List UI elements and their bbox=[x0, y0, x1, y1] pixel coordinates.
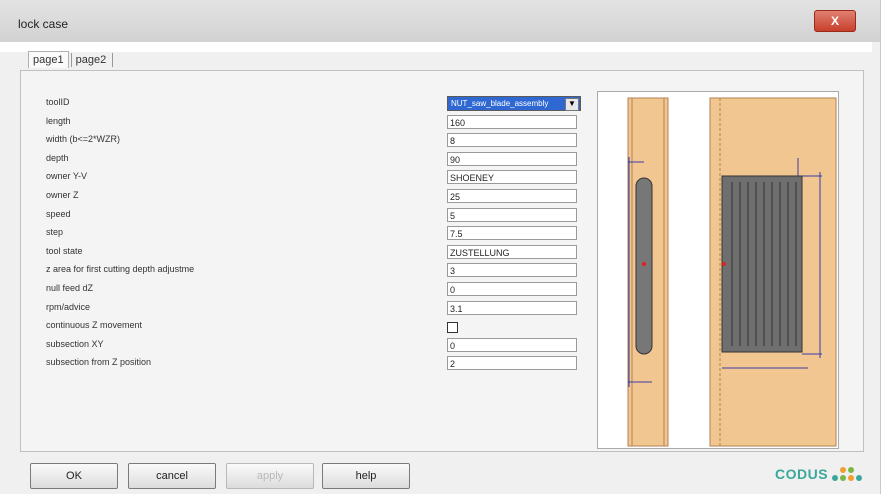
cancel-button[interactable]: cancel bbox=[128, 463, 216, 489]
tab-strip: page1 page2 bbox=[28, 51, 114, 69]
codus-logo: CODUS bbox=[775, 466, 829, 482]
help-button[interactable]: help bbox=[322, 463, 410, 489]
value-field[interactable]: 8 bbox=[447, 133, 577, 147]
value-field[interactable]: 0 bbox=[447, 282, 577, 296]
value-field[interactable]: ZUSTELLUNG bbox=[447, 245, 577, 259]
field-label: step bbox=[46, 227, 64, 237]
preview-drawing bbox=[627, 97, 837, 447]
select-value: NUT_saw_blade_assembly bbox=[451, 99, 549, 108]
value-field[interactable]: 3.1 bbox=[447, 301, 577, 315]
field-label: width (b<=2*WZR) bbox=[46, 134, 121, 144]
value-field[interactable]: 7.5 bbox=[447, 226, 577, 240]
tool-id-select[interactable]: NUT_saw_blade_assembly ▼ bbox=[447, 96, 581, 111]
field-label: length bbox=[46, 116, 71, 126]
field-label: continuous Z movement bbox=[46, 320, 143, 330]
value-field[interactable]: 5 bbox=[447, 208, 577, 222]
ok-button[interactable]: OK bbox=[30, 463, 118, 489]
field-label: depth bbox=[46, 153, 69, 163]
field-label: rpm/advice bbox=[46, 302, 91, 312]
tab-divider bbox=[112, 53, 114, 68]
chevron-down-icon[interactable]: ▼ bbox=[565, 98, 579, 111]
value-field[interactable]: 25 bbox=[447, 189, 577, 203]
dialog-window: lock case X page1 page2 toolID NUT_saw_bla… bbox=[0, 0, 881, 494]
close-button[interactable]: X bbox=[814, 10, 856, 32]
value-field[interactable]: 90 bbox=[447, 152, 577, 166]
field-label: z area for first cutting depth adjustme bbox=[46, 264, 195, 274]
window-title: lock case bbox=[18, 17, 69, 31]
field-label: toolID bbox=[46, 97, 70, 107]
field-label: tool state bbox=[46, 246, 83, 256]
value-field[interactable]: 160 bbox=[447, 115, 577, 129]
value-field[interactable]: SHOENEY bbox=[447, 170, 577, 184]
apply-button: apply bbox=[226, 463, 314, 489]
field-label: subsection XY bbox=[46, 339, 104, 349]
tab-page1[interactable]: page1 bbox=[28, 51, 69, 68]
lock-case-preview bbox=[597, 91, 839, 449]
value-field[interactable]: 3 bbox=[447, 263, 577, 277]
title-separator bbox=[0, 42, 872, 52]
value-field[interactable]: 2 bbox=[447, 356, 577, 370]
title-bar: lock case X bbox=[0, 0, 880, 42]
field-label: speed bbox=[46, 209, 71, 219]
value-field[interactable]: 0 bbox=[447, 338, 577, 352]
tab-page2[interactable]: page2 bbox=[72, 52, 111, 68]
field-label: owner Y-V bbox=[46, 171, 88, 181]
logo-dots-icon bbox=[826, 465, 866, 489]
field-label: null feed dZ bbox=[46, 283, 94, 293]
continuous-z-checkbox[interactable] bbox=[447, 322, 458, 333]
field-label: subsection from Z position bbox=[46, 357, 152, 367]
field-label: owner Z bbox=[46, 190, 79, 200]
